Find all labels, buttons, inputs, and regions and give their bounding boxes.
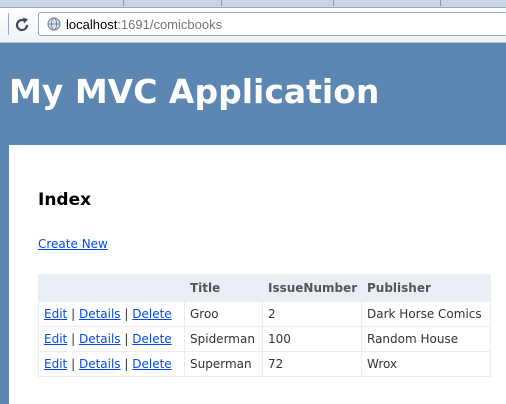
edit-link[interactable]: Edit: [44, 357, 67, 371]
reload-icon: [15, 17, 29, 32]
globe-icon: [47, 17, 61, 31]
table-row: Edit | Details | Delete Superman 72 Wrox: [38, 351, 491, 377]
url-text: localhost:1691/comicbooks: [66, 17, 222, 32]
browser-tab-strip: [0, 0, 506, 8]
table-row: Edit | Details | Delete Spiderman 100 Ra…: [38, 326, 491, 352]
column-header-actions: [38, 274, 185, 302]
url-host: localhost: [66, 17, 118, 32]
tab-divider: [440, 0, 441, 6]
delete-link[interactable]: Delete: [132, 332, 171, 346]
table-header-row: Title IssueNumber Publisher: [38, 274, 491, 302]
row-actions: Edit | Details | Delete: [38, 351, 185, 377]
cell-title: Superman: [184, 351, 263, 377]
link-separator: |: [71, 332, 76, 346]
url-path: :1691/comicbooks: [117, 17, 223, 32]
cell-publisher: Random House: [361, 326, 491, 352]
cell-publisher: Wrox: [361, 351, 491, 377]
link-separator: |: [124, 357, 129, 371]
address-bar[interactable]: localhost:1691/comicbooks: [38, 12, 506, 36]
cell-title: Groo: [184, 301, 263, 327]
cell-title: Spiderman: [184, 326, 263, 352]
site-title: My MVC Application: [9, 72, 380, 111]
link-separator: |: [71, 357, 76, 371]
create-new-link[interactable]: Create New: [38, 237, 108, 251]
browser-toolbar: localhost:1691/comicbooks: [0, 8, 506, 43]
tab-divider: [221, 0, 222, 6]
comicbooks-table: Title IssueNumber Publisher Edit | Detai…: [38, 274, 491, 377]
cell-issue-number: 100: [262, 326, 362, 352]
row-actions: Edit | Details | Delete: [38, 326, 185, 352]
delete-link[interactable]: Delete: [132, 357, 171, 371]
edit-link[interactable]: Edit: [44, 332, 67, 346]
cell-publisher: Dark Horse Comics: [361, 301, 491, 327]
main-content: Index Create New Title IssueNumber Publi…: [9, 145, 506, 404]
table-row: Edit | Details | Delete Groo 2 Dark Hors…: [38, 301, 491, 327]
edit-link[interactable]: Edit: [44, 307, 67, 321]
tab-divider: [333, 0, 334, 6]
column-header-publisher: Publisher: [361, 274, 491, 302]
link-separator: |: [124, 307, 129, 321]
cell-issue-number: 2: [262, 301, 362, 327]
details-link[interactable]: Details: [79, 357, 121, 371]
column-header-title: Title: [184, 274, 263, 302]
site-header: My MVC Application: [0, 43, 506, 145]
details-link[interactable]: Details: [79, 307, 121, 321]
tab-divider: [123, 0, 124, 6]
link-separator: |: [124, 332, 129, 346]
link-separator: |: [71, 307, 76, 321]
column-header-issue-number: IssueNumber: [262, 274, 362, 302]
forward-button[interactable]: [0, 13, 9, 35]
page-title: Index: [38, 190, 92, 210]
reload-button[interactable]: [12, 15, 32, 35]
delete-link[interactable]: Delete: [132, 307, 171, 321]
details-link[interactable]: Details: [79, 332, 121, 346]
row-actions: Edit | Details | Delete: [38, 301, 185, 327]
cell-issue-number: 72: [262, 351, 362, 377]
